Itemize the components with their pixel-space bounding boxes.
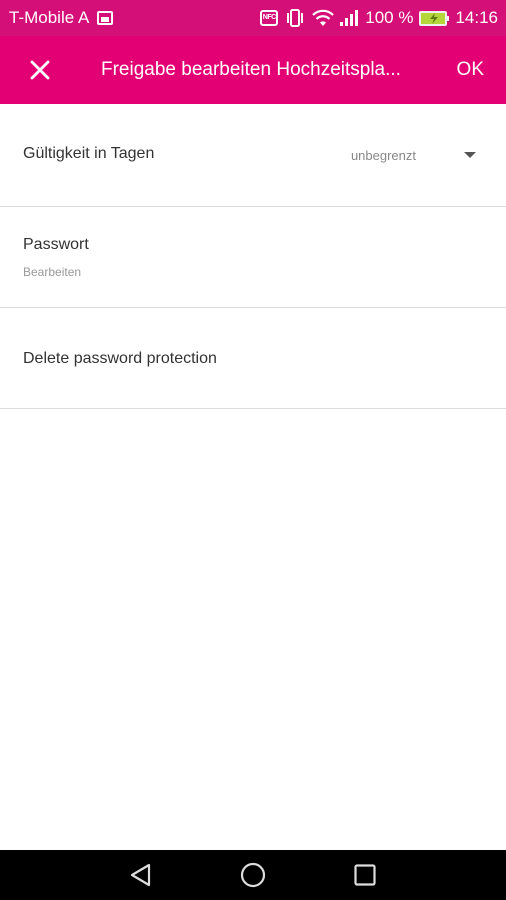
status-bar-right: NFC 100 % 14:16 <box>260 8 498 28</box>
navigation-bar <box>0 850 506 900</box>
validity-dropdown[interactable]: unbegrenzt <box>351 138 476 172</box>
nfc-icon: NFC <box>260 10 279 26</box>
battery-percent: 100 % <box>365 8 414 27</box>
validity-value: unbegrenzt <box>350 147 416 163</box>
password-label: Passwort <box>23 236 89 253</box>
password-row[interactable]: Passwort Bearbeiten <box>0 207 506 308</box>
status-bar: T-Mobile A NFC 100 % 14:16 <box>0 0 506 36</box>
clock: 14:16 <box>455 8 498 27</box>
delete-password-protection-label: Delete password protection <box>23 350 217 367</box>
home-button[interactable] <box>225 850 281 900</box>
image-notification-icon <box>97 11 114 25</box>
status-bar-left: T-Mobile A <box>9 8 114 28</box>
ok-button[interactable]: OK <box>457 36 484 104</box>
wifi-icon <box>311 9 335 27</box>
dropdown-arrow-icon <box>464 152 476 158</box>
signal-strength-icon <box>339 9 359 27</box>
carrier-name: T-Mobile A <box>9 8 90 27</box>
recents-button[interactable] <box>337 850 393 900</box>
home-circle-icon <box>240 862 266 888</box>
battery-charging-icon <box>419 10 450 26</box>
back-button[interactable] <box>113 850 169 900</box>
back-triangle-icon <box>130 863 151 887</box>
app-bar: Freigabe bearbeiten Hochzeitspla... OK <box>0 36 506 104</box>
close-button[interactable] <box>20 50 60 90</box>
close-icon <box>30 60 50 80</box>
validity-label: Gültigkeit in Tagen <box>23 145 155 162</box>
page-title: Freigabe bearbeiten Hochzeitspla... <box>101 59 401 80</box>
delete-password-protection-row[interactable]: Delete password protection <box>0 308 506 409</box>
recents-square-icon <box>354 864 376 886</box>
validity-row: Gültigkeit in Tagen unbegrenzt <box>0 104 506 207</box>
vibrate-icon <box>285 9 305 27</box>
password-edit-label: Bearbeiten <box>23 265 82 279</box>
